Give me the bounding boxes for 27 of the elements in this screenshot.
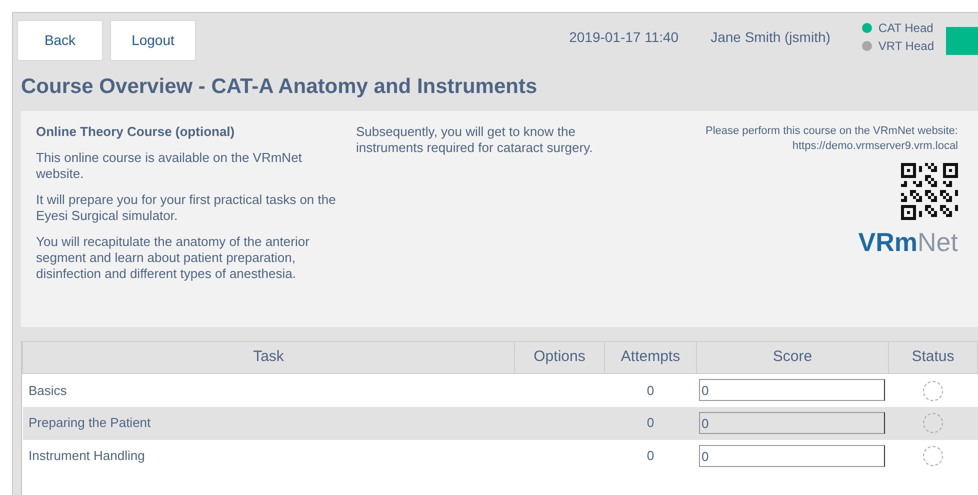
attempts-count: 0 xyxy=(646,448,654,464)
user-name: Jane Smith (jsmith) xyxy=(710,28,830,47)
column-header: Task xyxy=(22,342,514,374)
page-title: Course Overview - CAT-A Anatomy and Instruments xyxy=(21,74,538,100)
score-field[interactable]: 0 xyxy=(698,379,884,402)
qr-code-icon xyxy=(901,163,958,220)
status-block xyxy=(946,27,978,55)
instruction-text: Please perform this course on the VRmNet website: xyxy=(705,124,958,139)
info-paragraph: You will recapitulate the anatomy of the anterior segment and learn about patient preparation, disinfection and different types of anesthesia. xyxy=(36,234,310,282)
website-link[interactable]: https://demo.vrmserver9.vrm.local xyxy=(792,139,958,154)
info-text: Subsequently, you will get to know the instruments required for cataract surgery. xyxy=(356,124,594,157)
date-time: 2019-01-17 11:40 xyxy=(569,28,679,46)
info-paragraph: It will prepare you for your first practical tasks on the Eyesi Surgical simulator. xyxy=(36,192,337,224)
attempts-count: 0 xyxy=(646,415,654,430)
vrmnet-logo: VRmNet xyxy=(858,228,958,256)
info-paragraph: This online course is available on the VRmNet website. xyxy=(36,150,303,182)
score-field[interactable]: 0 xyxy=(698,445,884,467)
info-heading: Online Theory Course (optional) xyxy=(36,124,236,140)
role-label: VRT Head xyxy=(878,38,934,55)
nav-button[interactable]: Logout xyxy=(110,20,196,60)
task-name: Basics xyxy=(28,382,67,398)
task-name: Preparing the Patient xyxy=(28,415,151,430)
task-name: Instrument Handling xyxy=(28,448,145,464)
role-label: CAT Head xyxy=(878,20,934,37)
column-header: Score xyxy=(696,342,888,374)
attempts-count: 0 xyxy=(646,382,654,398)
nav-button[interactable]: Back xyxy=(17,20,103,60)
